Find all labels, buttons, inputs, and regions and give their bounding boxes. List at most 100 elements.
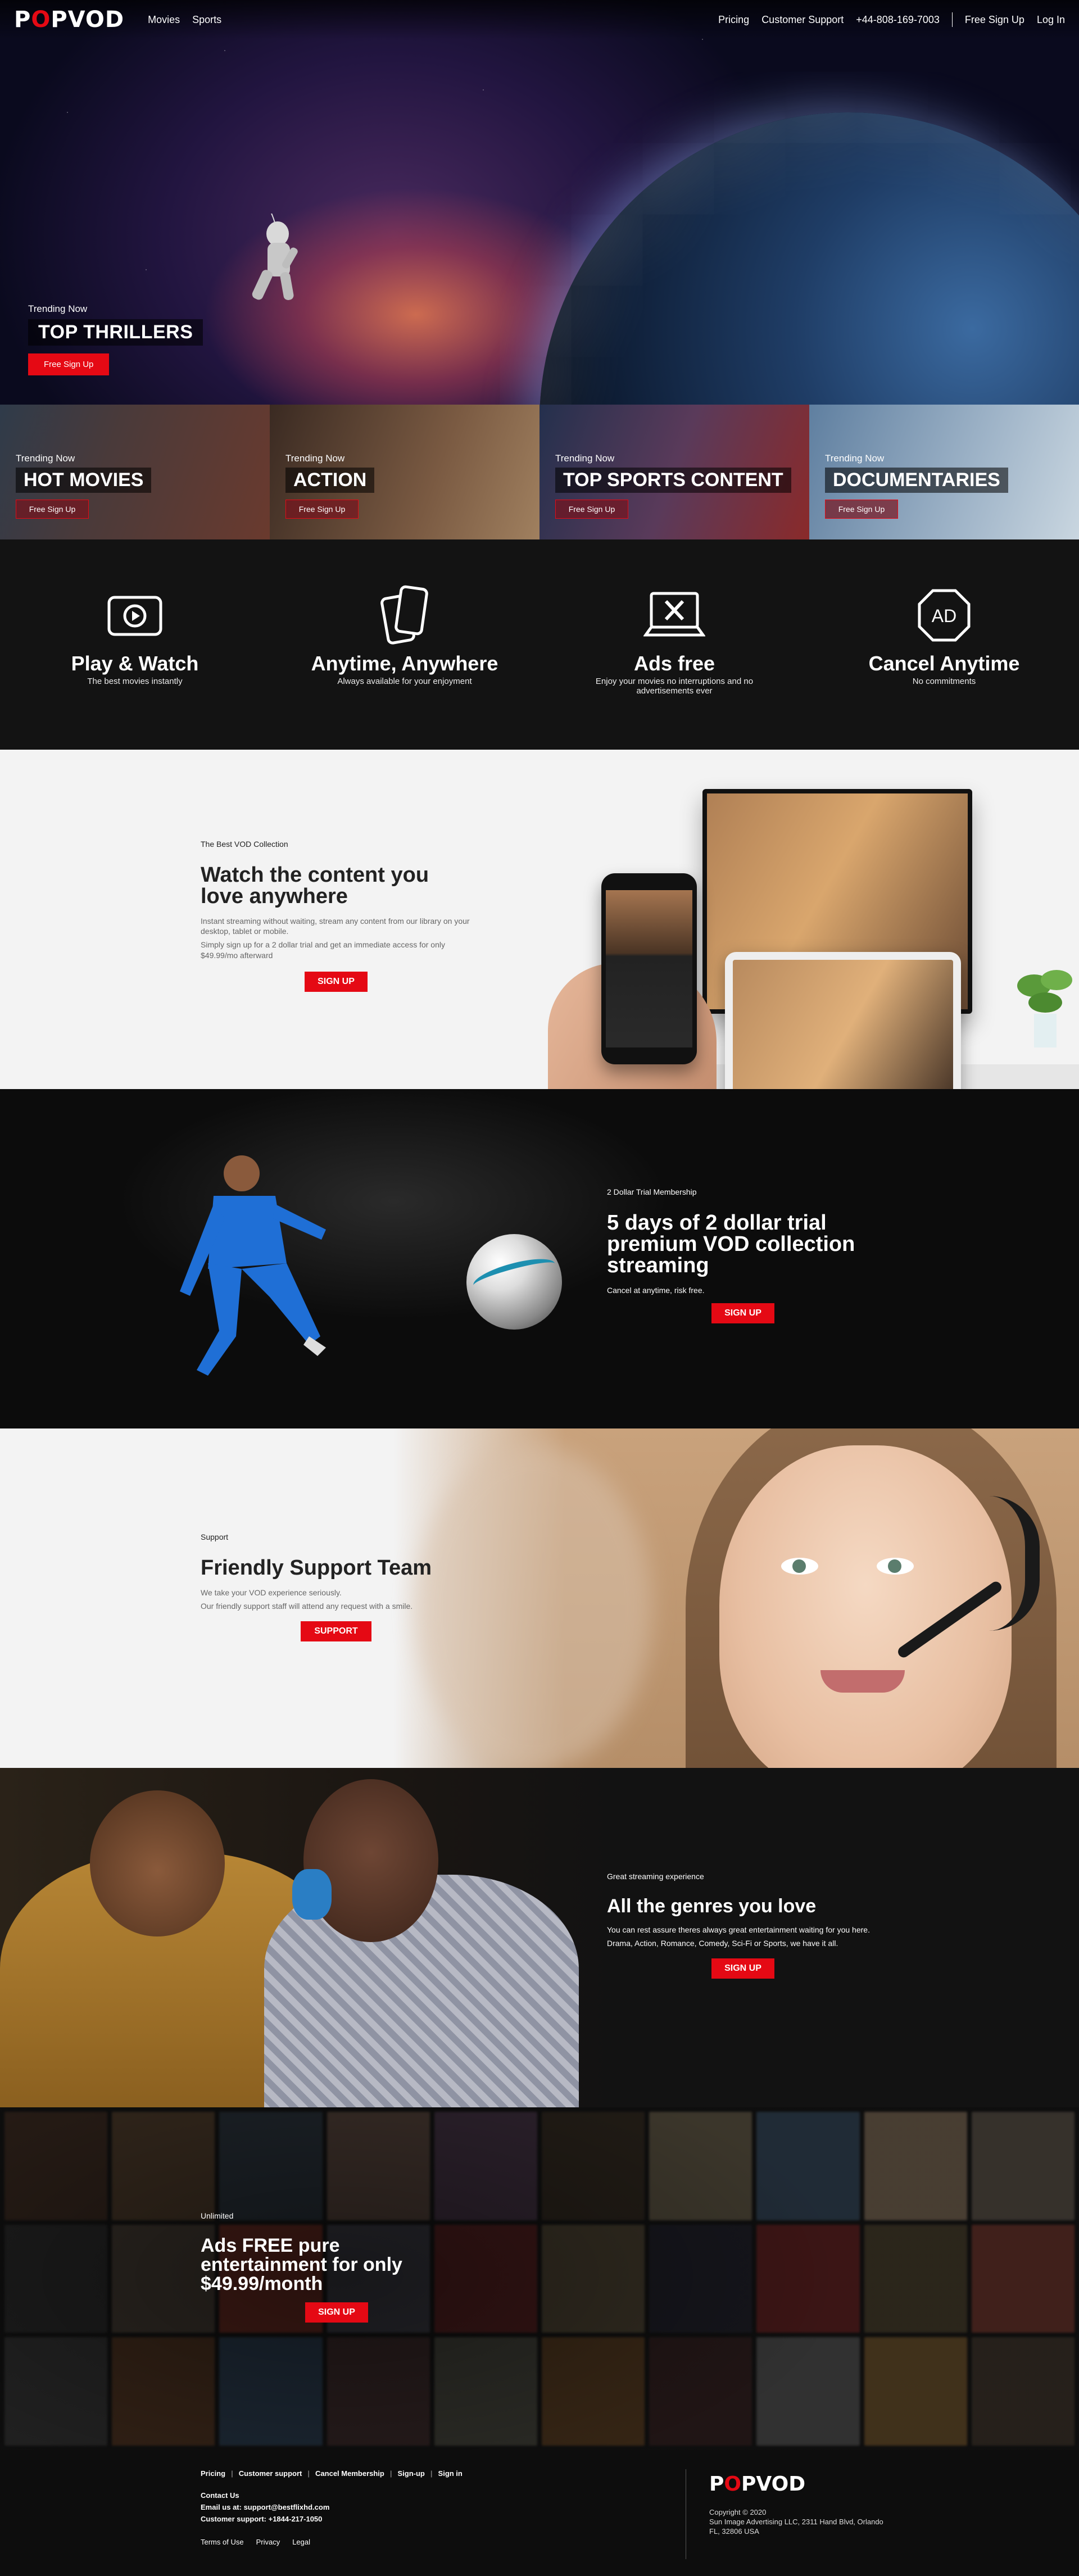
category-hot-movies[interactable]: Trending Now HOT MOVIES Free Sign Up <box>0 405 270 539</box>
hero-label: Trending Now <box>28 303 88 314</box>
watch-anywhere-signup-button[interactable]: SIGN UP <box>305 971 368 992</box>
section-paragraph: Simply sign up for a 2 dollar trial and … <box>201 940 445 960</box>
trial-text: 2 Dollar Trial Membership 5 days of 2 do… <box>607 1187 877 1324</box>
section-paragraph: Cancel at anytime, risk free. <box>607 1286 705 1295</box>
feature-title: Ads free <box>633 652 715 675</box>
section-eyebrow: The Best VOD Collection <box>201 840 288 849</box>
footer-link-cancel-membership[interactable]: Cancel Membership <box>315 2469 384 2478</box>
footer-email[interactable]: Email us at: support@bestflixhd.com <box>201 2503 463 2511</box>
genres-text: Great streaming experience All the genre… <box>607 1872 877 1979</box>
logo-text-end: PVOD <box>741 2473 806 2496</box>
top-nav: POPVOD Movies Sports Pricing Customer Su… <box>0 0 1079 39</box>
footer-right: POPVOD Copyright © 2020 Sun Image Advert… <box>709 2471 883 2536</box>
section-support: Support Friendly Support Team We take yo… <box>0 1428 1079 1768</box>
footer-legal-links: Terms of Use Privacy Legal <box>201 2538 463 2546</box>
footer-link-pricing[interactable]: Pricing <box>201 2469 225 2478</box>
logo-text-start: P <box>14 7 31 33</box>
category-title: TOP SPORTS CONTENT <box>555 468 791 493</box>
footer-logo[interactable]: POPVOD <box>709 2471 883 2498</box>
nav-link-sports[interactable]: Sports <box>192 14 221 26</box>
support-agent-smile <box>820 1670 905 1693</box>
hero-title: TOP THRILLERS <box>28 319 203 346</box>
section-eyebrow: Support <box>201 1532 229 1541</box>
nav-phone[interactable]: +44-808-169-7003 <box>856 14 940 26</box>
hero-banner: Trending Now TOP THRILLERS Free Sign Up <box>0 0 1079 405</box>
footer-link-separator: | <box>231 2469 233 2478</box>
category-label: Trending Now <box>825 453 885 464</box>
genres-signup-button[interactable]: SIGN UP <box>711 1958 774 1979</box>
nav-link-customer-support[interactable]: Customer Support <box>761 14 844 26</box>
feature-subtitle: The best movies instantly <box>87 677 183 686</box>
logo-o: O <box>31 7 51 33</box>
section-trial: 2 Dollar Trial Membership 5 days of 2 do… <box>0 1089 1079 1428</box>
category-label: Trending Now <box>555 453 615 464</box>
footer-phone[interactable]: Customer support: +1844-217-1050 <box>201 2515 463 2523</box>
logo-text-end: PVOD <box>51 7 125 33</box>
headphones-image <box>292 1869 332 1920</box>
footer-contact-heading: Contact Us <box>201 2491 239 2500</box>
footer-address-line2: FL, 32806 USA <box>709 2527 759 2536</box>
feature-title: Anytime, Anywhere <box>311 652 498 675</box>
logo[interactable]: POPVOD <box>14 7 124 33</box>
category-title: DOCUMENTARIES <box>825 468 1008 493</box>
unlimited-text: Unlimited Ads FREE pure entertainment fo… <box>201 2211 470 2323</box>
footer-link-legal[interactable]: Legal <box>292 2538 310 2546</box>
trial-signup-button[interactable]: SIGN UP <box>711 1303 774 1324</box>
section-eyebrow: Great streaming experience <box>607 1872 704 1881</box>
soccer-player-image <box>180 1155 326 1376</box>
nav-link-free-signup[interactable]: Free Sign Up <box>965 14 1024 26</box>
category-signup-button[interactable]: Free Sign Up <box>285 500 359 519</box>
section-heading: Friendly Support Team <box>201 1556 432 1580</box>
nav-links: Movies Sports <box>148 14 221 26</box>
nav-link-login[interactable]: Log In <box>1037 14 1065 26</box>
nav-link-pricing[interactable]: Pricing <box>718 14 749 26</box>
nav-link-movies[interactable]: Movies <box>148 14 180 26</box>
section-heading: Watch the content you love anywhere <box>201 863 429 908</box>
feature-subtitle: Always available for your enjoyment <box>337 677 472 686</box>
footer-link-terms[interactable]: Terms of Use <box>201 2538 244 2546</box>
feature-title: Play & Watch <box>71 652 199 675</box>
category-title: ACTION <box>285 468 375 493</box>
footer-copyright: Copyright © 2020 <box>709 2507 767 2516</box>
hero-text-block: Trending Now TOP THRILLERS Free Sign Up <box>28 303 203 375</box>
nav-divider <box>951 12 953 27</box>
footer-address-line1: Sun Image Advertising LLC, 2311 Hand Blv… <box>709 2517 883 2526</box>
plant-image <box>1017 970 1072 1047</box>
feature-ads-free: Ads free Enjoy your movies no interrupti… <box>573 584 776 750</box>
tablet-device-image <box>725 952 961 1089</box>
unlimited-signup-button[interactable]: SIGN UP <box>305 2302 368 2323</box>
category-signup-button[interactable]: Free Sign Up <box>825 500 898 519</box>
features-row: Play & Watch The best movies instantly A… <box>0 539 1079 750</box>
feature-subtitle: Enjoy your movies no interruptions and n… <box>595 677 754 696</box>
feature-subtitle: No commitments <box>912 677 976 686</box>
category-text: Trending Now HOT MOVIES Free Sign Up <box>16 453 152 519</box>
category-text: Trending Now TOP SPORTS CONTENT Free Sig… <box>555 453 791 519</box>
footer-link-signin[interactable]: Sign in <box>438 2469 463 2478</box>
category-sports[interactable]: Trending Now TOP SPORTS CONTENT Free Sig… <box>540 405 809 539</box>
category-action[interactable]: Trending Now ACTION Free Sign Up <box>270 405 540 539</box>
category-title: HOT MOVIES <box>16 468 152 493</box>
footer-link-signup[interactable]: Sign-up <box>398 2469 425 2478</box>
astronaut-image <box>252 214 298 300</box>
footer-link-customer-support[interactable]: Customer support <box>239 2469 302 2478</box>
section-eyebrow: 2 Dollar Trial Membership <box>607 1187 697 1196</box>
hero-signup-button[interactable]: Free Sign Up <box>28 353 110 375</box>
footer-link-separator: | <box>430 2469 433 2478</box>
section-heading: 5 days of 2 dollar trial premium VOD col… <box>607 1211 855 1277</box>
category-signup-button[interactable]: Free Sign Up <box>555 500 628 519</box>
support-button[interactable]: SUPPORT <box>301 1621 371 1642</box>
no-ads-icon <box>573 584 776 646</box>
category-signup-button[interactable]: Free Sign Up <box>16 500 89 519</box>
feature-title: Cancel Anytime <box>868 652 1020 675</box>
category-label: Trending Now <box>16 453 75 464</box>
nav-right: Pricing Customer Support +44-808-169-700… <box>718 12 1065 27</box>
footer-links: Pricing | Customer support | Cancel Member… <box>201 2469 463 2478</box>
watch-anywhere-text: The Best VOD Collection Watch the conten… <box>201 840 470 992</box>
phone-device-image <box>601 873 697 1064</box>
section-paragraph: Drama, Action, Romance, Comedy, Sci-Fi o… <box>607 1939 838 1948</box>
woman-head-image <box>90 1790 225 1936</box>
svg-text:AD: AD <box>932 606 956 626</box>
footer-link-privacy[interactable]: Privacy <box>256 2538 280 2546</box>
logo-o: O <box>724 2473 741 2496</box>
category-documentaries[interactable]: Trending Now DOCUMENTARIES Free Sign Up <box>809 405 1079 539</box>
